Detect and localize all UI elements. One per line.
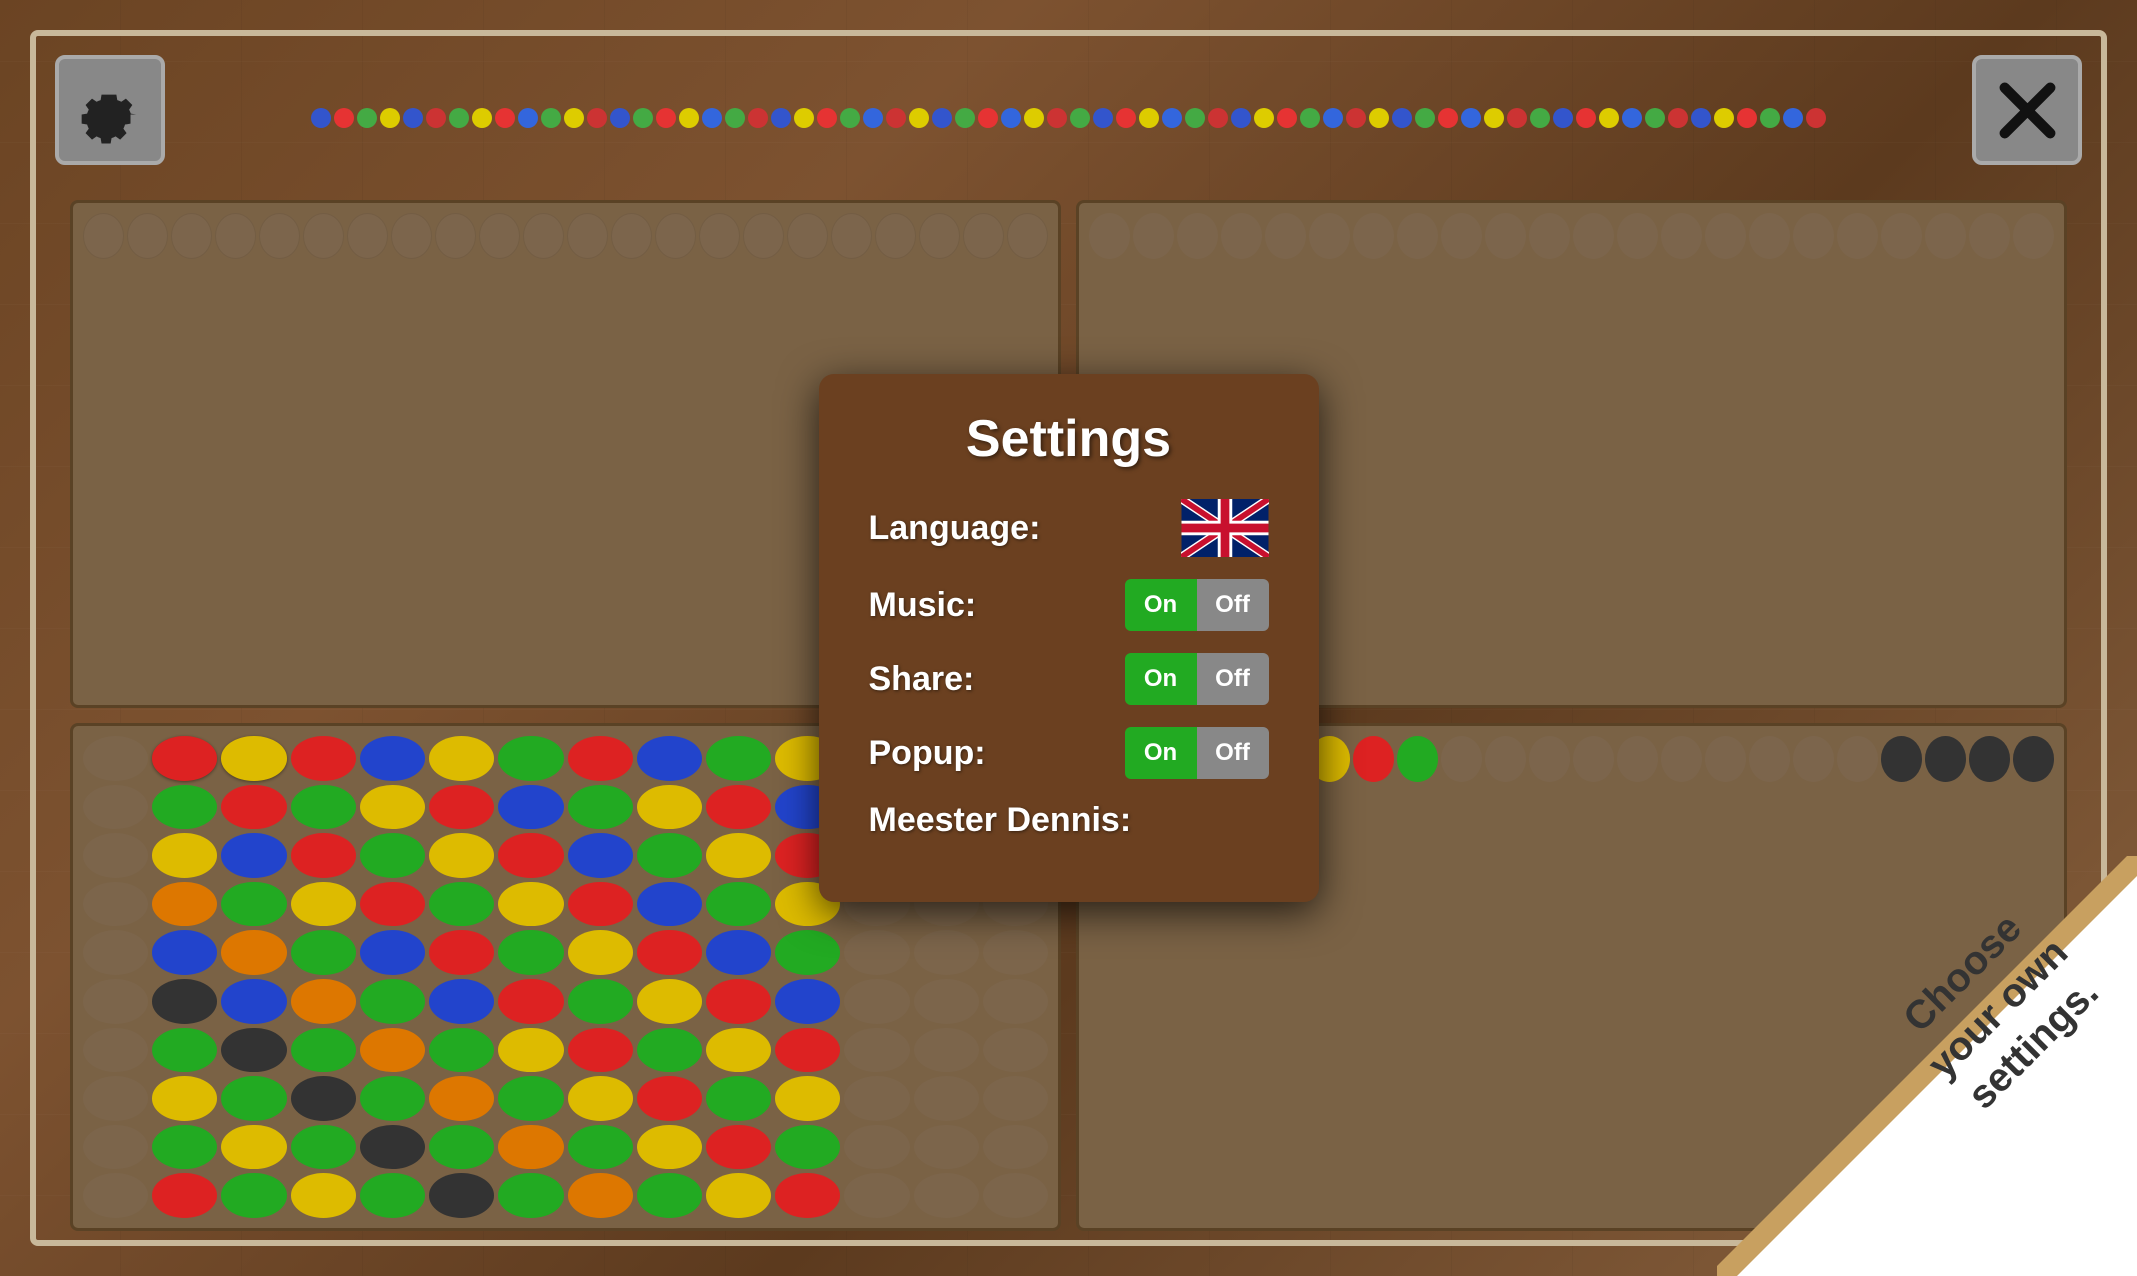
title-dot xyxy=(909,108,929,128)
language-flag[interactable] xyxy=(1181,499,1269,557)
title-dot xyxy=(541,108,561,128)
popup-toggle: On Off xyxy=(1125,727,1269,779)
title-area xyxy=(200,40,1937,195)
title-dot xyxy=(1576,108,1596,128)
meester-label: Meester Dennis: xyxy=(869,801,1132,840)
music-row: Music: On Off xyxy=(869,579,1269,631)
banner-text: Choose your own settings. xyxy=(1860,871,2136,1147)
title-dot xyxy=(817,108,837,128)
title-dot xyxy=(1668,108,1688,128)
title-dot xyxy=(1553,108,1573,128)
title-dot xyxy=(725,108,745,128)
title-dot xyxy=(1714,108,1734,128)
title-dot xyxy=(1116,108,1136,128)
title-dot xyxy=(518,108,538,128)
language-label: Language: xyxy=(869,509,1041,548)
music-label: Music: xyxy=(869,586,977,625)
title-dot xyxy=(311,108,331,128)
title-dot xyxy=(1047,108,1067,128)
title-dot xyxy=(1369,108,1389,128)
title-dot xyxy=(1438,108,1458,128)
title-dot xyxy=(794,108,814,128)
title-dot xyxy=(1415,108,1435,128)
title-dot xyxy=(955,108,975,128)
popup-off-button[interactable]: Off xyxy=(1197,727,1269,779)
title-dot xyxy=(1300,108,1320,128)
title-dot xyxy=(426,108,446,128)
title-dot xyxy=(495,108,515,128)
title-dot xyxy=(587,108,607,128)
title-dot xyxy=(1139,108,1159,128)
title-dot xyxy=(610,108,630,128)
title-dot xyxy=(1162,108,1182,128)
title-dot xyxy=(932,108,952,128)
title-dot xyxy=(1737,108,1757,128)
title-dot xyxy=(1254,108,1274,128)
title-dot xyxy=(1024,108,1044,128)
gear-button[interactable] xyxy=(55,55,165,165)
title-dot xyxy=(1392,108,1412,128)
music-off-button[interactable]: Off xyxy=(1197,579,1269,631)
popup-label: Popup: xyxy=(869,734,986,773)
music-on-button[interactable]: On xyxy=(1125,579,1197,631)
title-dot xyxy=(1208,108,1228,128)
settings-title: Settings xyxy=(869,409,1269,469)
title-dot xyxy=(403,108,423,128)
title-dot xyxy=(633,108,653,128)
title-dot xyxy=(679,108,699,128)
share-on-button[interactable]: On xyxy=(1125,653,1197,705)
title-dot xyxy=(702,108,722,128)
title-dot xyxy=(380,108,400,128)
promo-banner: Choose your own settings. xyxy=(1717,856,2137,1276)
title-dot xyxy=(1783,108,1803,128)
title-dot xyxy=(1530,108,1550,128)
close-button[interactable] xyxy=(1972,55,2082,165)
title-dot xyxy=(1231,108,1251,128)
title-dot xyxy=(564,108,584,128)
share-toggle: On Off xyxy=(1125,653,1269,705)
title-dot xyxy=(472,108,492,128)
title-dot xyxy=(748,108,768,128)
title-dot xyxy=(656,108,676,128)
title-dot xyxy=(1185,108,1205,128)
share-row: Share: On Off xyxy=(869,653,1269,705)
title-dot xyxy=(840,108,860,128)
title-dot xyxy=(1691,108,1711,128)
title-dot xyxy=(334,108,354,128)
title-dot xyxy=(1093,108,1113,128)
share-off-button[interactable]: Off xyxy=(1197,653,1269,705)
title-dot xyxy=(449,108,469,128)
title-dot xyxy=(1645,108,1665,128)
title-dot xyxy=(1277,108,1297,128)
music-toggle: On Off xyxy=(1125,579,1269,631)
title-dot xyxy=(1070,108,1090,128)
share-label: Share: xyxy=(869,660,975,699)
title-dot xyxy=(1001,108,1021,128)
title-dot xyxy=(886,108,906,128)
meester-row: Meester Dennis: xyxy=(869,801,1269,840)
title-dot xyxy=(863,108,883,128)
title-dot xyxy=(1346,108,1366,128)
title-dot xyxy=(1622,108,1642,128)
language-row: Language: xyxy=(869,499,1269,557)
title-dot xyxy=(1806,108,1826,128)
title-dot xyxy=(1323,108,1343,128)
title-dot xyxy=(1461,108,1481,128)
game-background: Settings Language: Music: On Off xyxy=(0,0,2137,1276)
title-dot xyxy=(1507,108,1527,128)
title-dot xyxy=(1760,108,1780,128)
settings-modal: Settings Language: Music: On Off xyxy=(819,374,1319,902)
title-dot xyxy=(1599,108,1619,128)
popup-on-button[interactable]: On xyxy=(1125,727,1197,779)
title-dot xyxy=(357,108,377,128)
title-dot xyxy=(1484,108,1504,128)
title-dot xyxy=(978,108,998,128)
title-dot xyxy=(771,108,791,128)
popup-row: Popup: On Off xyxy=(869,727,1269,779)
